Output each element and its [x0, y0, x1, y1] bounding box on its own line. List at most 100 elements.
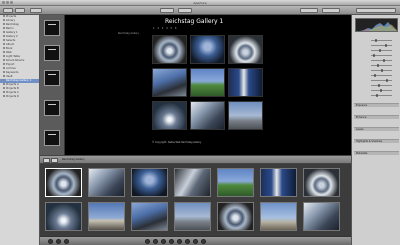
- toolbar-search-field[interactable]: [356, 8, 396, 13]
- adjustment-slider[interactable]: [355, 64, 398, 67]
- gallery-photo[interactable]: [190, 101, 225, 130]
- straighten-button[interactable]: [161, 239, 166, 244]
- browser-photo[interactable]: [174, 168, 211, 197]
- library-item-label: Light Table: [6, 55, 21, 58]
- adjustment-slider[interactable]: [355, 94, 398, 97]
- red-eye-button[interactable]: [177, 239, 182, 244]
- gallery-photo[interactable]: [190, 68, 225, 97]
- gallery-photo[interactable]: [228, 35, 263, 64]
- browser-photo[interactable]: [217, 202, 254, 231]
- adjustment-slider[interactable]: [355, 49, 398, 52]
- page-thumb[interactable]: [44, 70, 60, 86]
- slider-track: [371, 60, 392, 61]
- slider-knob[interactable]: [375, 39, 377, 42]
- slider-knob[interactable]: [377, 64, 379, 67]
- adjustment-slider[interactable]: [355, 69, 398, 72]
- library-item-label: Book: [6, 47, 13, 50]
- browser-photo[interactable]: [260, 202, 297, 231]
- browser-photo[interactable]: [131, 202, 168, 231]
- adjustment-slider[interactable]: [355, 54, 398, 57]
- gallery-photo[interactable]: [190, 35, 225, 64]
- folder-icon: [3, 79, 5, 81]
- browser-photo[interactable]: [45, 202, 82, 231]
- toolbar-button-new[interactable]: [3, 8, 13, 13]
- flag-button[interactable]: [64, 239, 69, 244]
- rotate-left-button[interactable]: [48, 239, 53, 244]
- inspector-section-header[interactable]: Metadata: [354, 151, 399, 155]
- browser-photo[interactable]: [88, 202, 125, 231]
- toolbar-button-compare[interactable]: [178, 8, 192, 13]
- copyright-text: © Copyright. Dallas Web Reichstag Galler…: [152, 141, 202, 144]
- gallery-photo[interactable]: [228, 68, 263, 97]
- browser-photo[interactable]: [174, 202, 211, 231]
- bottom-controls: [40, 236, 351, 245]
- inspector-section-header[interactable]: Enhance: [354, 115, 399, 119]
- slider-knob[interactable]: [380, 89, 382, 92]
- library-item-label: Reichstag: [6, 23, 19, 26]
- library-item-label: Projects A: [6, 83, 19, 86]
- inspector-section-header[interactable]: Highlights & Shadows: [354, 139, 399, 143]
- stamp-button[interactable]: [193, 239, 198, 244]
- adjustment-slider[interactable]: [355, 59, 398, 62]
- browser-photo[interactable]: [131, 168, 168, 197]
- library-item-label: Gallery 1: [6, 31, 18, 34]
- browser-photo[interactable]: [303, 168, 340, 197]
- library-panel: Projects Library Reichstag Berlin Gallery 1G…: [0, 15, 40, 245]
- slider-knob[interactable]: [378, 84, 380, 87]
- slider-knob[interactable]: [383, 59, 385, 62]
- folder-icon: [3, 23, 5, 25]
- rotate-right-button[interactable]: [56, 239, 61, 244]
- slider-knob[interactable]: [376, 94, 378, 97]
- inspector-section-header[interactable]: Exposure: [354, 103, 399, 107]
- browser-photo[interactable]: [45, 168, 82, 197]
- library-item[interactable]: Projects D: [0, 95, 39, 99]
- toolbar: [0, 6, 400, 15]
- browser-view-button[interactable]: [43, 158, 50, 163]
- page-thumb[interactable]: [44, 45, 60, 61]
- adjustment-slider[interactable]: [355, 84, 398, 87]
- browser-sort-button[interactable]: [51, 158, 58, 163]
- toolbar-button-loupe[interactable]: [300, 8, 318, 13]
- browser-photo[interactable]: [88, 168, 125, 197]
- lift-button[interactable]: [185, 239, 190, 244]
- slider-knob[interactable]: [379, 49, 381, 52]
- slider-knob[interactable]: [385, 44, 387, 47]
- adjustment-slider[interactable]: [355, 44, 398, 47]
- page-thumb[interactable]: [44, 100, 60, 116]
- slider-knob[interactable]: [386, 79, 388, 82]
- library-item-label: Export: [6, 63, 15, 66]
- gallery-photo[interactable]: [152, 68, 187, 97]
- library-item-label: Projects B: [6, 87, 19, 90]
- adjustments-inspector: Exposure Enhance Levels Highlights & Shadow…: [351, 15, 400, 245]
- slider-knob[interactable]: [373, 54, 375, 57]
- inspector-section-header[interactable]: Levels: [354, 127, 399, 131]
- adjustment-slider[interactable]: [355, 79, 398, 82]
- adjustment-slider[interactable]: [355, 74, 398, 77]
- loupe-button[interactable]: [145, 239, 150, 244]
- toolbar-button-stack[interactable]: [160, 8, 174, 13]
- adjustment-slider[interactable]: [355, 39, 398, 42]
- adjustment-slider[interactable]: [355, 89, 398, 92]
- toolbar-button-import[interactable]: [15, 8, 25, 13]
- page-thumb[interactable]: [44, 130, 60, 146]
- crop-button[interactable]: [153, 239, 158, 244]
- slider-knob[interactable]: [374, 74, 376, 77]
- page-thumb[interactable]: [44, 20, 60, 36]
- browser-photo[interactable]: [260, 168, 297, 197]
- browser-tab-label[interactable]: Reichstag Gallery: [62, 158, 85, 161]
- library-item-label: Gallery 2: [6, 35, 18, 38]
- library-item-label: Keywords: [6, 71, 19, 74]
- page-navigation[interactable]: 1 2 3 4 5 6: [153, 27, 178, 30]
- gallery-photo[interactable]: [228, 101, 263, 130]
- slider-knob[interactable]: [381, 69, 383, 72]
- gallery-photo[interactable]: [152, 101, 187, 130]
- browser-photo[interactable]: [303, 202, 340, 231]
- slider-track: [371, 65, 392, 66]
- spot-button[interactable]: [169, 239, 174, 244]
- library-item-label: Library: [6, 19, 16, 22]
- toolbar-button-adjust[interactable]: [322, 8, 340, 13]
- toolbar-button-view[interactable]: [30, 8, 42, 13]
- gallery-photo[interactable]: [152, 35, 187, 64]
- browser-photo[interactable]: [217, 168, 254, 197]
- sharpen-button[interactable]: [201, 239, 206, 244]
